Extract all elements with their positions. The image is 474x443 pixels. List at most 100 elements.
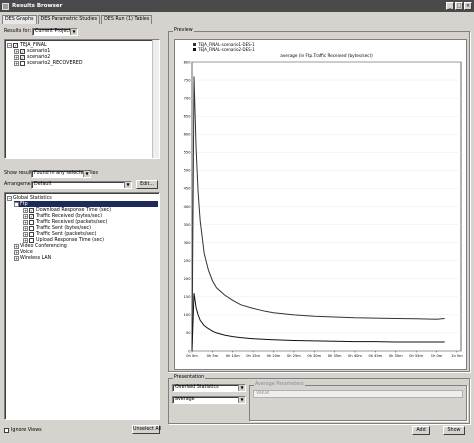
checkbox[interactable] [29, 225, 34, 231]
expand-icon[interactable]: + [23, 231, 28, 237]
checkbox[interactable]: ✓ [20, 54, 25, 60]
y-tick-label: 800 [184, 60, 192, 64]
window-title: Results Browser [12, 3, 63, 9]
add-button[interactable]: Add [412, 426, 430, 435]
y-tick-label: 200 [184, 277, 192, 281]
checkbox[interactable]: ✓ [29, 207, 34, 213]
checkbox[interactable]: ✓ [20, 48, 25, 54]
y-tick-label: 400 [184, 205, 192, 209]
legend-swatch [193, 43, 196, 46]
statistics-tree[interactable]: − Global Statistics − Ftp + ✓ Download Re… [4, 192, 160, 420]
expand-icon[interactable]: + [14, 255, 19, 261]
tab-bar: DES Graphs DES Parametric Studies DES Ru… [2, 15, 153, 24]
y-tick-label: 500 [184, 169, 192, 173]
x-tick-label: 0h 5m [207, 354, 219, 358]
tree-sibling-label: Voice [20, 249, 33, 255]
maximize-icon[interactable]: □ [455, 2, 463, 10]
presentation-group: Presentation Overlaid Statistics ▼ avera… [168, 375, 470, 424]
chart-container: TEJA_FINAL-scenario1-DES-1 TEJA_FINAL-sce… [174, 39, 467, 370]
edit-button[interactable]: Edit... [136, 180, 158, 189]
tab-des-graphs[interactable]: DES Graphs [2, 15, 37, 24]
expand-icon[interactable]: + [23, 207, 28, 213]
x-tick-label: 0h 35m [328, 354, 342, 358]
presentation-mode-select[interactable]: Overlaid Statistics ▼ [172, 384, 246, 392]
filter-select[interactable]: average ▼ [172, 396, 246, 404]
tree-wireless-lan[interactable]: + Wireless LAN [14, 255, 51, 261]
checkbox[interactable] [29, 231, 34, 237]
y-tick-label: 300 [184, 241, 192, 245]
y-tick-label: 100 [184, 313, 192, 317]
unselect-all-button[interactable]: Unselect All [132, 425, 161, 434]
expand-icon[interactable]: + [23, 213, 28, 219]
y-tick-label: 600 [184, 133, 192, 137]
average-parameters-title: Average Parameters [254, 382, 305, 387]
collapse-icon[interactable]: − [14, 201, 19, 207]
minimize-icon[interactable]: _ [446, 2, 454, 10]
stat-item-label: Traffic Received (bytes/sec) [36, 213, 102, 219]
tree-root-label: TEJA_FINAL [20, 42, 47, 48]
y-tick-label: 550 [184, 151, 192, 155]
checkbox[interactable]: ✓ [29, 213, 34, 219]
x-tick-label: 0h 0m [186, 354, 198, 358]
results-for-value: Current Project [35, 29, 71, 34]
ignore-views-checkbox[interactable] [4, 427, 9, 433]
dropdown-arrow-icon: ▼ [238, 397, 245, 403]
arrangement-select[interactable]: Default ▼ [31, 181, 132, 189]
collapse-icon[interactable]: − [7, 42, 12, 48]
results-for-select[interactable]: Current Project ▼ [32, 28, 78, 36]
expand-icon[interactable]: + [14, 60, 19, 66]
tree-sibling-label: Wireless LAN [20, 255, 52, 261]
checkbox[interactable] [29, 219, 34, 225]
stat-item-label: Traffic Sent (bytes/sec) [36, 225, 92, 231]
tab-des-run-tables[interactable]: DES Run (1) Tables [101, 15, 153, 24]
value-field-label: Value [256, 391, 270, 396]
x-tick-label: 0h 20m [267, 354, 281, 358]
expand-icon[interactable]: + [23, 225, 28, 231]
stat-item-label: Download Response Time (sec) [36, 207, 112, 213]
expand-icon[interactable]: + [23, 237, 28, 243]
y-tick-label: 650 [184, 114, 192, 118]
dropdown-arrow-icon: ▼ [70, 29, 77, 35]
tree-item-scenario2-recovered[interactable]: + scenario2_RECOVERED [14, 60, 83, 66]
x-tick-label: 0h 15m [246, 354, 260, 358]
left-panel: Results for: Current Project ▼ − ✓ TEJA_… [2, 25, 162, 439]
x-tick-label: 1h 0m [431, 354, 443, 358]
value-field[interactable]: Value [253, 390, 463, 398]
show-results-select[interactable]: Found in any selected files ▼ [31, 170, 98, 178]
chart-title: average (in Ftp.Traffic Received (bytes/… [280, 53, 373, 58]
stat-item-label: Traffic Sent (packets/sec) [36, 231, 97, 237]
tree-item-label: scenario1 [27, 48, 51, 54]
close-icon[interactable]: × [464, 2, 472, 10]
x-tick-label: 0h 25m [287, 354, 301, 358]
expand-icon[interactable]: + [14, 54, 19, 60]
expand-icon[interactable]: + [23, 219, 28, 225]
ignore-views-row[interactable]: Ignore Views [4, 427, 42, 433]
vertical-scrollbar[interactable] [152, 40, 159, 158]
x-tick-label: 0h 50m [389, 354, 403, 358]
y-tick-label: 700 [184, 96, 192, 100]
expand-icon[interactable]: + [14, 249, 19, 255]
expand-icon[interactable]: + [14, 243, 19, 249]
dropdown-arrow-icon: ▼ [238, 385, 245, 391]
legend-swatch [193, 48, 196, 51]
x-tick-label: 0h 40m [348, 354, 362, 358]
stat-item-label: Upload Response Time (sec) [36, 237, 104, 243]
presentation-title: Presentation [173, 375, 206, 380]
checkbox[interactable]: ✓ [13, 42, 18, 48]
project-tree[interactable]: − ✓ TEJA_FINAL + ✓ scenario1 + ✓ scenari… [4, 39, 160, 159]
collapse-icon[interactable]: − [7, 195, 12, 201]
arrangement-value: Default [34, 182, 52, 187]
x-tick-label: 0h 30m [307, 354, 321, 358]
tab-des-parametric-studies[interactable]: DES Parametric Studies [37, 15, 101, 24]
app-icon [2, 2, 9, 10]
tree-sibling-label: Video Conferencing [20, 243, 67, 249]
dropdown-arrow-icon: ▼ [83, 171, 90, 177]
expand-icon[interactable]: + [14, 48, 19, 54]
show-button[interactable]: Show [443, 426, 465, 435]
legend-entry: TEJA_FINAL-scenario2-DES-1 [197, 47, 255, 52]
preview-title: Preview [173, 28, 194, 33]
checkbox[interactable] [20, 60, 25, 66]
checkbox[interactable] [29, 237, 34, 243]
preview-group: Preview TEJA_FINAL-scenario1-DES-1 TEJA_F… [168, 28, 470, 372]
tree-item-label: scenario2_RECOVERED [27, 60, 83, 66]
